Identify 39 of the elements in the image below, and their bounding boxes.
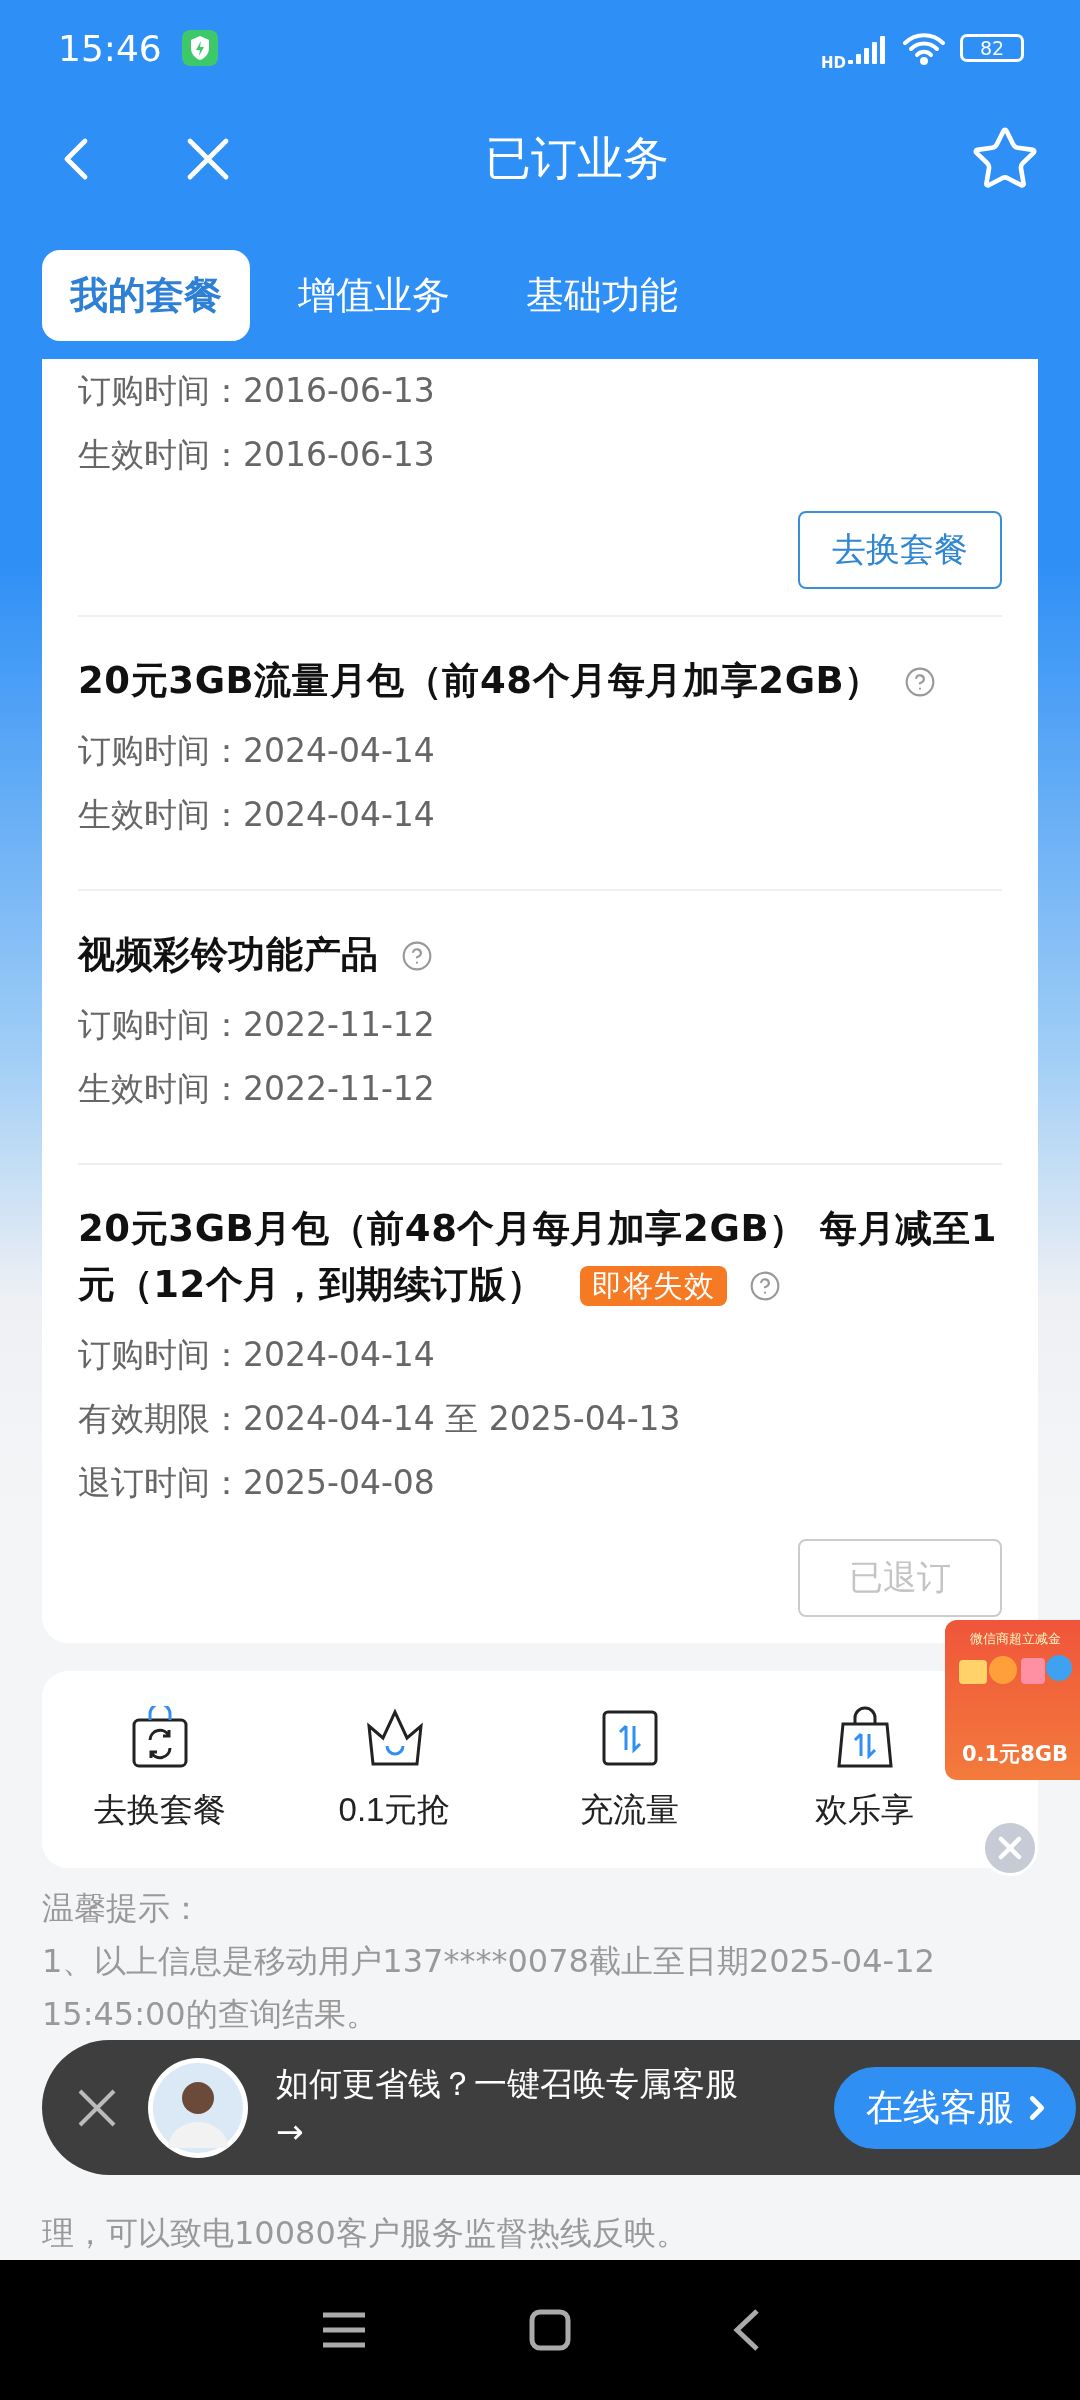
plan-button[interactable]: 去换套餐 bbox=[798, 510, 1002, 589]
shortcut-button[interactable]: 去换套餐 bbox=[89, 1705, 230, 1833]
plan-field: 订购时间：2016-06-13 bbox=[78, 358, 1002, 423]
shortcut-button[interactable]: 0.1元抢 bbox=[334, 1705, 455, 1833]
page-title: 已订业务 bbox=[484, 130, 670, 187]
plan-field: 订购时间：2024-04-14 bbox=[78, 718, 1002, 783]
battery-indicator: 82 bbox=[960, 34, 1024, 63]
promo-price: 0.1元8GB bbox=[961, 1741, 1069, 1768]
wifi-icon bbox=[902, 31, 946, 66]
status-badge: 即将失效 bbox=[580, 1266, 727, 1307]
promo-caption: 微信商超立减金 bbox=[969, 1630, 1061, 1648]
help-icon[interactable] bbox=[904, 666, 936, 699]
tip-text: 理，可以致电10080客户服务监督热线反映。 bbox=[42, 2213, 688, 2255]
online-service-button[interactable]: 在线客服 bbox=[834, 2066, 1076, 2149]
shortcut-button[interactable]: 欢乐享 bbox=[811, 1705, 918, 1833]
home-icon[interactable] bbox=[528, 2308, 572, 2353]
plan-field: 订购时间：2022-11-12 bbox=[78, 992, 1002, 1057]
plan-title: 20元3GB月包（前48个月每月加享2GB） 每月减至1元（12个月，到期续订版） 即将失效 bbox=[78, 1205, 999, 1309]
help-icon[interactable] bbox=[400, 940, 433, 973]
plan-title: 视频彩铃功能产品 bbox=[78, 926, 1002, 983]
status-time: 15:46 bbox=[58, 27, 162, 69]
plan-field: 生效时间：2022-11-12 bbox=[78, 1056, 1002, 1121]
help-icon[interactable] bbox=[748, 1270, 781, 1303]
tab[interactable]: 基础功能 bbox=[498, 249, 706, 341]
tips-title: 温馨提示： bbox=[42, 1888, 202, 1930]
plan-field: 订购时间：2024-04-14 bbox=[78, 1322, 1002, 1387]
network-label: HD bbox=[821, 54, 846, 73]
plan-title: 20元3GB流量月包（前48个月每月加享2GB） bbox=[78, 652, 1002, 709]
plan-field: 有效期限：2024-04-14 至 2025-04-13 bbox=[78, 1386, 1002, 1451]
shortcut-button[interactable]: 充流量 bbox=[576, 1705, 683, 1833]
shield-icon bbox=[181, 30, 218, 67]
plan-field: 生效时间：2016-06-13 bbox=[78, 422, 1002, 487]
plan-field: 生效时间：2024-04-14 bbox=[78, 782, 1002, 847]
plan-field: 退订时间：2025-04-08 bbox=[78, 1450, 1002, 1515]
tab[interactable]: 增值业务 bbox=[270, 249, 478, 341]
tip-text: 1、以上信息是移动用户137****0078截止至日期2025-04-12 15:45:00的查询结果。 bbox=[42, 1941, 936, 2036]
banner-text: 如何更省钱？一键召唤专属客服 → bbox=[276, 2062, 739, 2153]
promo-sticker[interactable]: 微信商超立减金 0.1元8GB bbox=[945, 1620, 1080, 1780]
tab[interactable]: 我的套餐 bbox=[42, 249, 250, 341]
